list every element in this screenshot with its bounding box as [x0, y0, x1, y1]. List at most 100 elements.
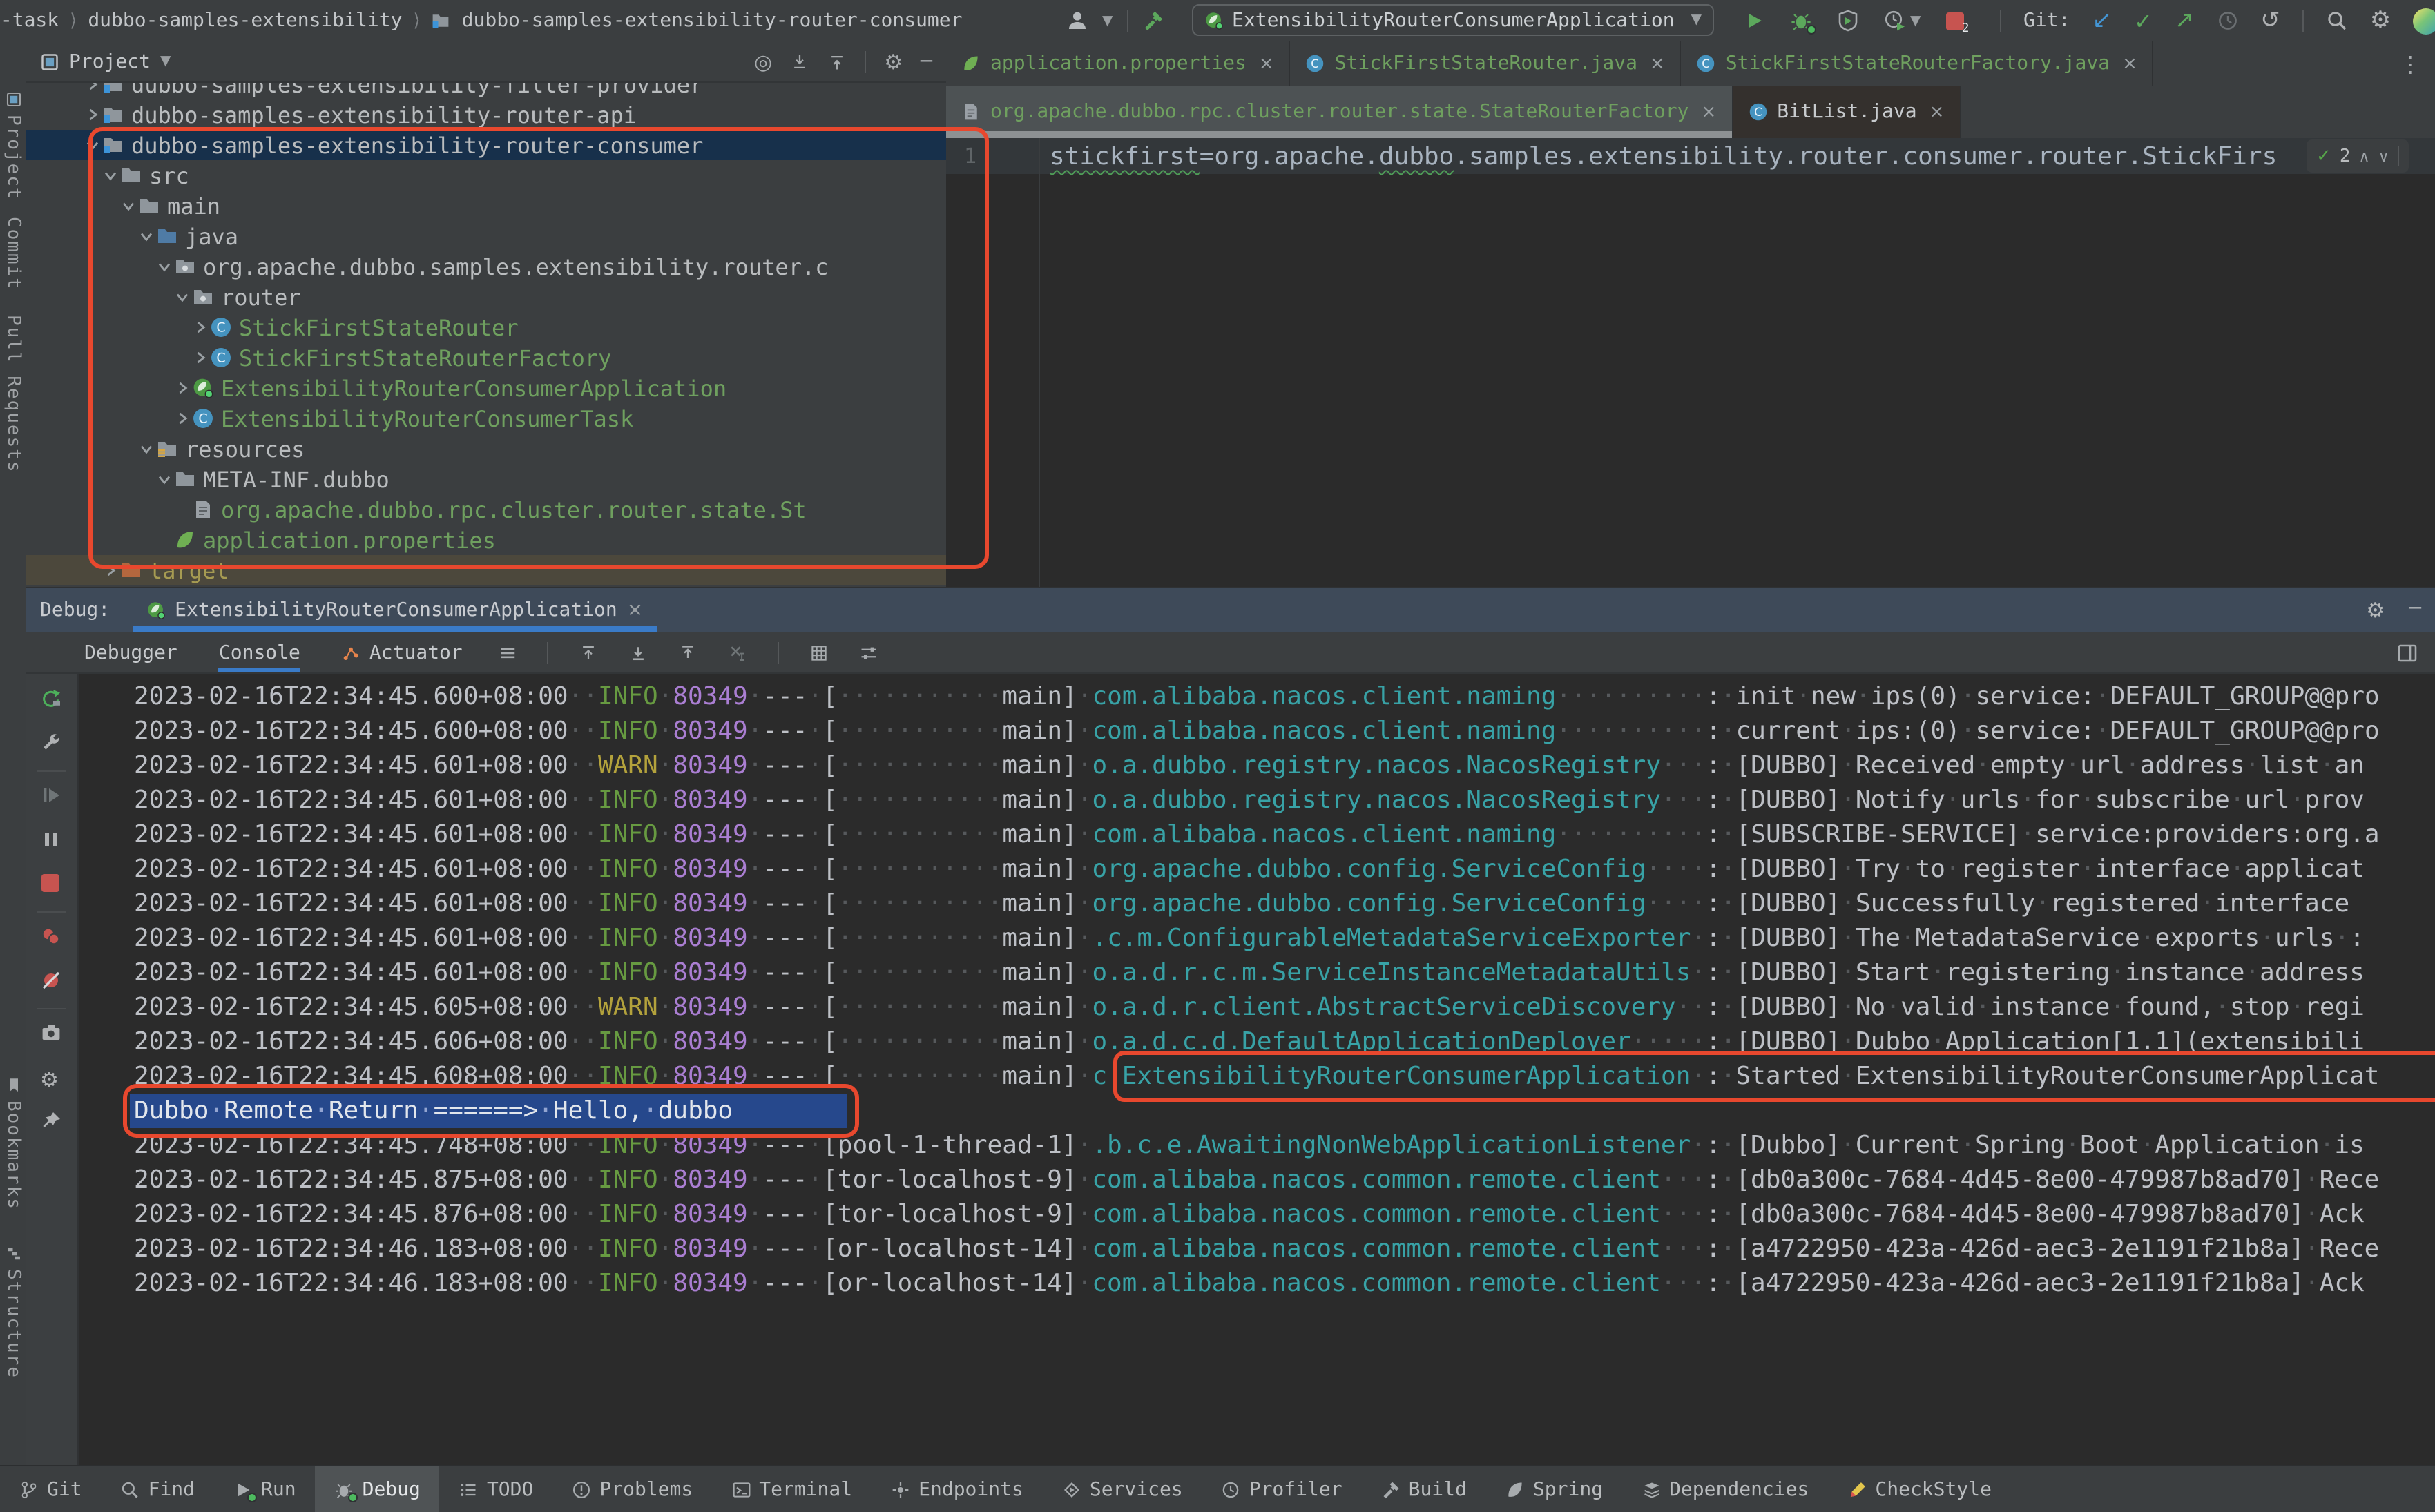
- tree-row[interactable]: resources: [26, 434, 946, 464]
- close-icon[interactable]: ×: [1929, 101, 1945, 122]
- tool-window-button-terminal[interactable]: Terminal: [712, 1466, 872, 1512]
- scroll-to-top-icon[interactable]: [579, 643, 599, 662]
- debug-session-tab[interactable]: ExtensibilityRouterConsumerApplication ×: [129, 588, 660, 632]
- tool-window-button-checkstyle[interactable]: CheckStyle: [1828, 1466, 2011, 1512]
- mute-breakpoints-icon[interactable]: [40, 969, 62, 997]
- chevron-right-icon[interactable]: [173, 378, 192, 398]
- debug-tab-debugger[interactable]: Debugger: [84, 632, 177, 673]
- chevron-right-icon[interactable]: [191, 348, 210, 367]
- close-icon[interactable]: ×: [1259, 53, 1274, 74]
- inspections-widget[interactable]: ✓ 2 ∧ ∨: [2307, 139, 2409, 173]
- console-settings-icon[interactable]: [860, 643, 879, 662]
- build-hammer-icon[interactable]: [1142, 10, 1164, 32]
- rerun-icon[interactable]: [40, 688, 62, 715]
- expand-all-icon[interactable]: [790, 52, 809, 71]
- hide-panel-icon[interactable]: ─: [921, 50, 932, 72]
- tool-window-button-problems[interactable]: Problems: [552, 1466, 712, 1512]
- close-icon[interactable]: ×: [627, 599, 643, 621]
- stop-button[interactable]: 2: [1945, 12, 1969, 35]
- tree-row[interactable]: META-INF.dubbo: [26, 464, 946, 494]
- pin-tab-icon[interactable]: [40, 1110, 62, 1138]
- tree-row[interactable]: dubbo-samples-extensibility-router-consu…: [26, 130, 946, 160]
- stop-icon[interactable]: [40, 873, 61, 893]
- run-button[interactable]: [1743, 10, 1765, 32]
- run-with-coverage-button[interactable]: [1837, 10, 1859, 32]
- soft-wrap-icon[interactable]: ≡: [499, 639, 517, 666]
- tool-window-button-git[interactable]: Git: [0, 1466, 102, 1512]
- tool-window-button-run[interactable]: Run: [214, 1466, 316, 1512]
- editor-tab[interactable]: application.properties ×: [946, 41, 1291, 86]
- git-push-icon[interactable]: ↗: [2175, 7, 2195, 35]
- tool-window-button-services[interactable]: Services: [1043, 1466, 1202, 1512]
- prev-problem-chevron-icon[interactable]: ∧: [2358, 147, 2369, 165]
- view-breakpoints-icon[interactable]: [40, 925, 62, 953]
- collapse-all-icon[interactable]: [827, 52, 847, 71]
- tool-strip-pull-requests[interactable]: Pull Requests: [0, 315, 26, 474]
- hide-panel-icon[interactable]: ─: [2409, 598, 2421, 623]
- evaluate-grid-icon[interactable]: [810, 643, 829, 662]
- rollback-icon[interactable]: ↺: [2260, 7, 2280, 35]
- chevron-down-icon[interactable]: ▼: [160, 54, 171, 69]
- user-icon[interactable]: [1066, 10, 1088, 32]
- options-gear-icon[interactable]: ⚙: [884, 49, 903, 74]
- search-everywhere-icon[interactable]: [2326, 10, 2348, 32]
- resume-icon[interactable]: [40, 784, 62, 812]
- tree-row[interactable]: src: [26, 160, 946, 191]
- chevron-right-icon[interactable]: [173, 409, 192, 428]
- chevron-down-icon[interactable]: [101, 166, 120, 185]
- tree-row[interactable]: application.properties: [26, 525, 946, 555]
- tree-row[interactable]: org.apache.dubbo.samples.extensibility.r…: [26, 251, 946, 282]
- tool-window-button-build[interactable]: Build: [1362, 1466, 1486, 1512]
- layout-settings-icon[interactable]: [2396, 641, 2418, 663]
- history-icon[interactable]: [2216, 10, 2238, 32]
- thread-dump-camera-icon[interactable]: [40, 1022, 62, 1049]
- breadcrumb-root[interactable]: o-task: [0, 10, 59, 32]
- tree-row[interactable]: router: [26, 282, 946, 312]
- debug-tab-console[interactable]: Console: [218, 632, 300, 673]
- profiler-button[interactable]: ▼: [1884, 10, 1921, 32]
- tool-window-button-find[interactable]: Find: [102, 1466, 214, 1512]
- chevron-right-icon[interactable]: [191, 318, 210, 337]
- chevron-down-icon[interactable]: [137, 226, 156, 246]
- debug-tab-actuator[interactable]: Actuator: [342, 632, 463, 673]
- tool-window-button-spring[interactable]: Spring: [1486, 1466, 1622, 1512]
- run-configuration-select[interactable]: ExtensibilityRouterConsumerApplication ▼: [1192, 4, 1714, 36]
- breadcrumb-project[interactable]: dubbo-samples-extensibility: [88, 10, 402, 32]
- tool-strip-project[interactable]: Project: [0, 91, 26, 200]
- chevron-down-icon[interactable]: [155, 257, 174, 276]
- close-icon[interactable]: ×: [2122, 53, 2137, 74]
- debug-button[interactable]: [1790, 10, 1816, 35]
- tree-row[interactable]: org.apache.dubbo.rpc.cluster.router.stat…: [26, 494, 946, 525]
- editor-tab[interactable]: C StickFirstStateRouter.java ×: [1291, 41, 1682, 86]
- chevron-down-icon[interactable]: [173, 287, 192, 307]
- tree-row[interactable]: dubbo-samples-extensibility-filter-provi…: [26, 83, 946, 99]
- tool-strip-commit[interactable]: Commit: [0, 217, 26, 290]
- tool-window-button-dependencies[interactable]: Dependencies: [1622, 1466, 1828, 1512]
- settings-gear-icon[interactable]: ⚙: [2366, 598, 2385, 623]
- tab-options-kebab-icon[interactable]: ⋮: [2399, 41, 2435, 86]
- chevron-right-icon[interactable]: [101, 561, 120, 580]
- chevron-right-icon[interactable]: [83, 105, 102, 124]
- close-icon[interactable]: ×: [1650, 53, 1665, 74]
- pause-icon[interactable]: [40, 828, 62, 856]
- tree-row[interactable]: C StickFirstStateRouter: [26, 312, 946, 342]
- next-problem-chevron-icon[interactable]: ∨: [2378, 147, 2389, 165]
- line-number[interactable]: 1: [946, 138, 976, 174]
- locate-file-icon[interactable]: ◎: [754, 49, 772, 74]
- tool-window-button-todo[interactable]: TODO: [440, 1466, 552, 1512]
- editor-tab[interactable]: org.apache.dubbo.rpc.cluster.router.stat…: [946, 86, 1733, 138]
- tree-row[interactable]: C StickFirstStateRouterFactory: [26, 342, 946, 373]
- tool-window-button-profiler[interactable]: Profiler: [1202, 1466, 1362, 1512]
- git-update-icon[interactable]: ↙: [2092, 7, 2112, 35]
- chevron-right-icon[interactable]: [83, 83, 102, 94]
- chevron-down-icon[interactable]: [119, 196, 138, 215]
- code-line[interactable]: stickfirst =org.apache. dubbo .samples.exte…: [1050, 138, 2277, 174]
- clear-console-icon[interactable]: [729, 643, 748, 662]
- chevron-down-icon[interactable]: [83, 135, 102, 155]
- tree-row[interactable]: ExtensibilityRouterConsumerApplication: [26, 373, 946, 403]
- chevron-down-icon[interactable]: [137, 439, 156, 458]
- project-panel-title[interactable]: Project: [69, 50, 151, 72]
- tree-row[interactable]: dubbo-samples-extensibility-router-api: [26, 99, 946, 130]
- debug-settings-gear-icon[interactable]: ⚙: [40, 1066, 59, 1092]
- debug-console-output[interactable]: 2023-02-16T22:34:45.600+08:00··INFO·8034…: [77, 674, 2435, 1468]
